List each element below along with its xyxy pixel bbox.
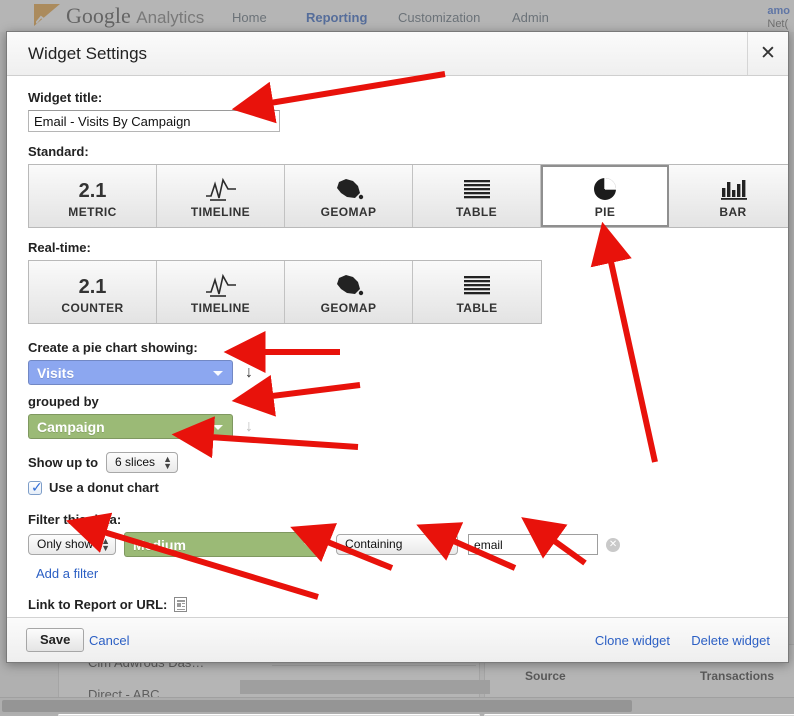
geomap-icon xyxy=(333,270,365,298)
widget-type-realtime-table[interactable]: TABLE xyxy=(413,261,541,323)
filter-dimension-select[interactable]: Medium xyxy=(124,532,325,557)
link-to-report-label: Link to Report or URL: xyxy=(28,597,168,612)
standard-label: Standard: xyxy=(28,144,89,159)
metric-select-value: Visits xyxy=(37,364,75,381)
show-up-to-label: Show up to xyxy=(28,455,99,470)
widget-type-table[interactable]: TABLE xyxy=(413,165,541,227)
filter-match-select[interactable]: Containing ▲ ▼ xyxy=(336,534,459,555)
chevron-down-icon xyxy=(213,370,223,376)
widget-settings-dialog: Widget Settings ✕ Widget title: Standard… xyxy=(6,31,789,663)
widget-type-label: METRIC xyxy=(68,204,117,219)
metric-hint-arrow-icon: ↓ xyxy=(245,363,253,381)
report-icon[interactable] xyxy=(174,597,188,612)
widget-type-label: TIMELINE xyxy=(190,300,251,315)
donut-checkbox[interactable]: ✓ xyxy=(28,478,43,495)
delete-widget-link[interactable]: Delete widget xyxy=(691,633,770,648)
filter-text-input[interactable] xyxy=(468,534,599,555)
close-icon[interactable]: ✕ xyxy=(747,32,788,75)
filter-match-value: Containing xyxy=(345,537,403,551)
create-chart-label: Create a pie chart showing: xyxy=(28,340,198,355)
widget-type-timeline[interactable]: TIMELINE xyxy=(157,165,285,227)
metric-select[interactable]: Visits xyxy=(28,360,233,385)
widget-type-realtime-timeline[interactable]: TIMELINE xyxy=(157,261,285,323)
widget-type-label: GEOMAP xyxy=(320,204,377,219)
chevron-down-icon xyxy=(304,542,315,548)
clear-icon[interactable]: ✕ xyxy=(606,537,621,552)
filter-text-wrap: ✕ xyxy=(468,534,621,555)
filter-mode-select[interactable]: Only show ▲ ▼ xyxy=(28,534,117,555)
slices-stepper[interactable]: 6 slices ▲ ▼ xyxy=(106,452,179,473)
dialog-header: Widget Settings ✕ xyxy=(7,32,788,76)
widget-type-realtime-geomap[interactable]: GEOMAP xyxy=(285,261,413,323)
widget-title-label: Widget title: xyxy=(28,90,103,105)
widget-title-input[interactable] xyxy=(28,110,280,132)
widget-type-label: TABLE xyxy=(455,204,498,219)
filter-row: Only show ▲▼ Medium Containing ▲▼ ✕ xyxy=(28,532,767,557)
cancel-link[interactable]: Cancel xyxy=(89,633,129,648)
widget-type-label: BAR xyxy=(719,204,747,219)
grouped-by-label: grouped by xyxy=(28,394,99,409)
table-icon xyxy=(461,174,493,202)
stepper-arrows-icon: ▲ ▼ xyxy=(163,453,173,471)
stepper-arrows-icon: ▲ ▼ xyxy=(443,535,453,553)
widget-type-metric[interactable]: 2.1 METRIC xyxy=(29,165,157,227)
dialog-title: Widget Settings xyxy=(28,44,148,63)
save-button[interactable]: Save xyxy=(26,628,85,652)
bar-icon xyxy=(717,174,749,202)
dimension-hint-arrow-icon: ↓ xyxy=(245,417,253,435)
pie-icon xyxy=(590,174,620,202)
widget-type-pie[interactable]: PIE xyxy=(541,165,669,227)
dimension-select-value: Campaign xyxy=(37,418,105,435)
widget-type-label: TABLE xyxy=(456,300,498,315)
widget-type-geomap[interactable]: GEOMAP xyxy=(285,165,413,227)
donut-checkbox-label: Use a donut chart xyxy=(49,480,159,495)
widget-type-label: COUNTER xyxy=(61,300,124,315)
widget-type-counter[interactable]: 2.1 COUNTER xyxy=(29,261,157,323)
table-icon xyxy=(461,270,493,298)
filter-dimension-value: Medium xyxy=(133,536,186,553)
stepper-arrows-icon: ▲ ▼ xyxy=(101,535,111,553)
add-filter-link[interactable]: Add a filter xyxy=(36,566,767,581)
geomap-icon xyxy=(333,174,365,202)
widget-type-label: TIMELINE xyxy=(190,204,251,219)
metric-glyph: 2.1 xyxy=(78,179,107,202)
dialog-footer: Save Cancel Clone widget Delete widget xyxy=(7,617,788,662)
dimension-select[interactable]: Campaign xyxy=(28,414,233,439)
realtime-label: Real-time: xyxy=(28,240,91,255)
timeline-icon xyxy=(204,270,238,298)
clone-widget-link[interactable]: Clone widget xyxy=(595,633,670,648)
dialog-body: Widget title: Standard: 2.1 METRIC TIMEL… xyxy=(7,76,788,617)
slices-value: 6 slices xyxy=(115,455,156,469)
link-to-report-row: Link to Report or URL: xyxy=(28,597,767,612)
filter-label: Filter this data: xyxy=(28,512,122,527)
realtime-widget-type-row: 2.1 COUNTER TIMELINE GEOMAP TABLE xyxy=(28,260,542,324)
timeline-icon xyxy=(204,174,238,202)
chevron-down-icon xyxy=(213,424,223,430)
standard-widget-type-row: 2.1 METRIC TIMELINE GEOMAP TABLE PIE BAR xyxy=(28,164,788,228)
counter-glyph: 2.1 xyxy=(78,275,107,298)
filter-mode-value: Only show xyxy=(37,537,94,551)
counter-icon: 2.1 xyxy=(79,270,107,298)
metric-icon: 2.1 xyxy=(79,174,107,202)
widget-type-label: GEOMAP xyxy=(320,300,377,315)
donut-checkbox-row[interactable]: ✓ Use a donut chart xyxy=(28,480,767,495)
checkmark-icon: ✓ xyxy=(31,478,43,495)
widget-type-label: PIE xyxy=(594,204,616,219)
widget-type-bar[interactable]: BAR xyxy=(669,165,788,227)
